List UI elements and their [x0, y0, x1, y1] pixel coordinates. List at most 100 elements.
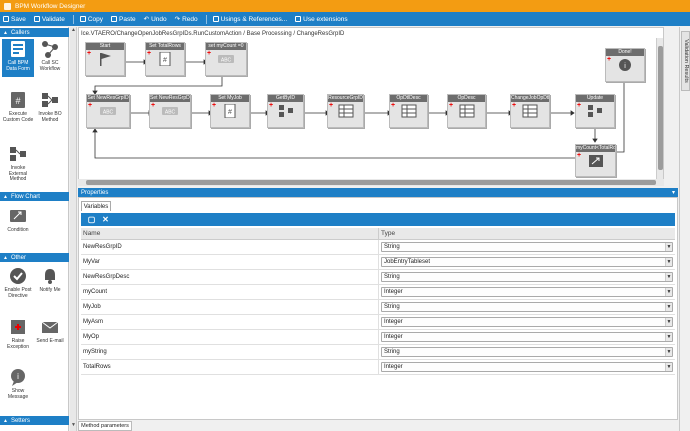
column-name[interactable]: Name — [81, 228, 379, 239]
chevron-down-icon[interactable]: ▼ — [665, 258, 672, 266]
window-title: BPM Workflow Designer — [15, 2, 86, 10]
type-select[interactable]: Integer ▼ — [381, 362, 673, 372]
svg-text:#: # — [228, 109, 232, 116]
save-icon — [3, 16, 9, 22]
setters-header[interactable]: ▲ Setters — [0, 416, 69, 425]
chevron-down-icon[interactable]: ▼ — [665, 273, 672, 281]
workflow-node[interactable]: myCount<TotalRo + — [575, 144, 616, 177]
table-row[interactable]: myString String ▼ — [81, 345, 675, 360]
table-row[interactable]: MyVar JobEntryTableset ▼ — [81, 255, 675, 270]
type-select[interactable]: Integer ▼ — [381, 287, 673, 297]
tab-variables[interactable]: Variables — [81, 201, 111, 211]
notify-me-item[interactable]: Notify Me — [34, 266, 66, 296]
add-icon[interactable]: + — [577, 102, 581, 109]
type-select[interactable]: String ▼ — [381, 347, 673, 357]
workflow-node[interactable]: Set MyJob + # — [210, 94, 250, 128]
validation-results-tab[interactable]: Validation Results — [681, 31, 690, 91]
workflow-node[interactable]: Start + — [85, 42, 125, 76]
add-icon[interactable]: + — [391, 102, 395, 109]
workflow-node[interactable]: GetByID + — [267, 94, 304, 128]
column-type[interactable]: Type — [379, 228, 395, 239]
paste-button[interactable]: Paste — [111, 16, 136, 23]
type-select[interactable]: String ▼ — [381, 242, 673, 252]
table-row[interactable]: myCount Integer ▼ — [81, 285, 675, 300]
raise-exception-item[interactable]: Raise Exception — [2, 317, 34, 353]
message-icon: i — [8, 367, 28, 387]
add-icon[interactable]: + — [88, 102, 92, 109]
add-icon[interactable]: + — [147, 50, 151, 57]
canvas-vertical-scrollbar[interactable] — [656, 38, 663, 186]
copy-button[interactable]: Copy — [79, 16, 103, 23]
type-select[interactable]: Integer ▼ — [381, 317, 673, 327]
workflow-node[interactable]: OpDesc + — [447, 94, 486, 128]
table-row[interactable]: NewResGrpID String ▼ — [81, 240, 675, 255]
new-variable-icon[interactable]: ▢ — [87, 215, 96, 224]
flow-chart-header[interactable]: ▲ Flow Chart — [0, 192, 69, 201]
chevron-down-icon[interactable]: ▼ — [665, 333, 672, 341]
table-row[interactable]: NewResGrpDesc String ▼ — [81, 270, 675, 285]
add-icon[interactable]: + — [151, 102, 155, 109]
type-select[interactable]: JobEntryTableset ▼ — [381, 257, 673, 267]
add-icon[interactable]: + — [212, 102, 216, 109]
add-icon[interactable]: + — [577, 152, 581, 159]
canvas-horizontal-scrollbar[interactable] — [78, 179, 664, 186]
callers-header[interactable]: ▲ Callers — [0, 28, 69, 37]
other-header[interactable]: ▲ Other — [0, 253, 69, 262]
invoke-external-method-item[interactable]: Invoke External Method — [2, 144, 34, 186]
send-email-item[interactable]: Send E-mail — [34, 317, 66, 353]
pin-icon[interactable]: ▾ — [672, 189, 675, 196]
table-row[interactable]: MyAsm Integer ▼ — [81, 315, 675, 330]
add-icon[interactable]: + — [207, 50, 211, 57]
code-icon: # — [224, 104, 236, 118]
chevron-down-icon[interactable]: ▼ — [665, 363, 672, 371]
data-form-icon — [8, 39, 28, 59]
enable-post-directive-item[interactable]: Enable Post Directive — [2, 266, 34, 310]
usings-references-button[interactable]: Usings & References... — [212, 16, 287, 23]
use-extensions-button[interactable]: Use extensions — [295, 16, 348, 23]
show-message-item[interactable]: i Show Message — [2, 367, 34, 401]
svg-text:#: # — [163, 57, 167, 64]
table-row[interactable]: MyJob String ▼ — [81, 300, 675, 315]
delete-variable-icon[interactable]: ✕ — [101, 215, 110, 224]
type-select[interactable]: String ▼ — [381, 302, 673, 312]
workflow-node[interactable]: Set NewResGrpID + ABC — [86, 94, 130, 128]
workflow-node[interactable]: Update + — [575, 94, 615, 128]
call-bpm-data-form-item[interactable]: Call BPM Data Form — [2, 39, 34, 77]
chevron-down-icon[interactable]: ▼ — [665, 348, 672, 356]
execute-custom-code-item[interactable]: # Execute Custom Code — [2, 90, 34, 128]
tab-method-parameters[interactable]: Method parameters — [78, 421, 132, 431]
workflow-node[interactable]: Set NewResGrpDes+ ABC — [149, 94, 191, 128]
invoke-bo-method-item[interactable]: Invoke BO Method — [34, 90, 66, 128]
workflow-node[interactable]: OpDtlDesc + — [389, 94, 428, 128]
type-select[interactable]: Integer ▼ — [381, 332, 673, 342]
scroll-down-icon[interactable]: ▼ — [71, 423, 76, 428]
workflow-canvas[interactable]: Ice.VTAERO/ChangeOpenJobResGrpIDs.RunCus… — [78, 27, 664, 186]
add-icon[interactable]: + — [512, 102, 516, 109]
chevron-down-icon[interactable]: ▼ — [665, 288, 672, 296]
table-row[interactable]: TotalRows Integer ▼ — [81, 360, 675, 375]
workflow-node[interactable]: ResourceGrpID + — [327, 94, 364, 128]
bo-method-icon — [40, 90, 60, 110]
workflow-node[interactable]: Set TotalRows + # — [145, 42, 185, 76]
add-icon[interactable]: + — [87, 50, 91, 57]
chevron-down-icon[interactable]: ▼ — [665, 303, 672, 311]
type-select[interactable]: String ▼ — [381, 272, 673, 282]
workflow-node[interactable]: ChangeJobOpDtlR + — [510, 94, 550, 128]
workflow-node[interactable]: Done! + i — [605, 48, 645, 82]
add-icon[interactable]: + — [607, 56, 611, 63]
call-sc-workflow-item[interactable]: Call SC Workflow — [34, 39, 66, 77]
validate-button[interactable]: Validate — [33, 16, 65, 23]
chevron-down-icon[interactable]: ▼ — [665, 318, 672, 326]
workflow-node[interactable]: set myCount =0 + ABC — [205, 42, 247, 76]
redo-button[interactable]: ↷ Redo — [175, 15, 198, 24]
undo-button[interactable]: ↶ Undo — [144, 15, 167, 24]
add-icon[interactable]: + — [329, 102, 333, 109]
scroll-up-icon[interactable]: ▲ — [71, 28, 76, 33]
table-row[interactable]: MyOp Integer ▼ — [81, 330, 675, 345]
toolbox-scrollbar[interactable]: ▲ ▼ — [70, 27, 77, 431]
chevron-down-icon[interactable]: ▼ — [665, 243, 672, 251]
condition-item[interactable]: Condition — [2, 206, 34, 238]
add-icon[interactable]: + — [449, 102, 453, 109]
add-icon[interactable]: + — [269, 102, 273, 109]
save-button[interactable]: Save — [3, 16, 26, 23]
